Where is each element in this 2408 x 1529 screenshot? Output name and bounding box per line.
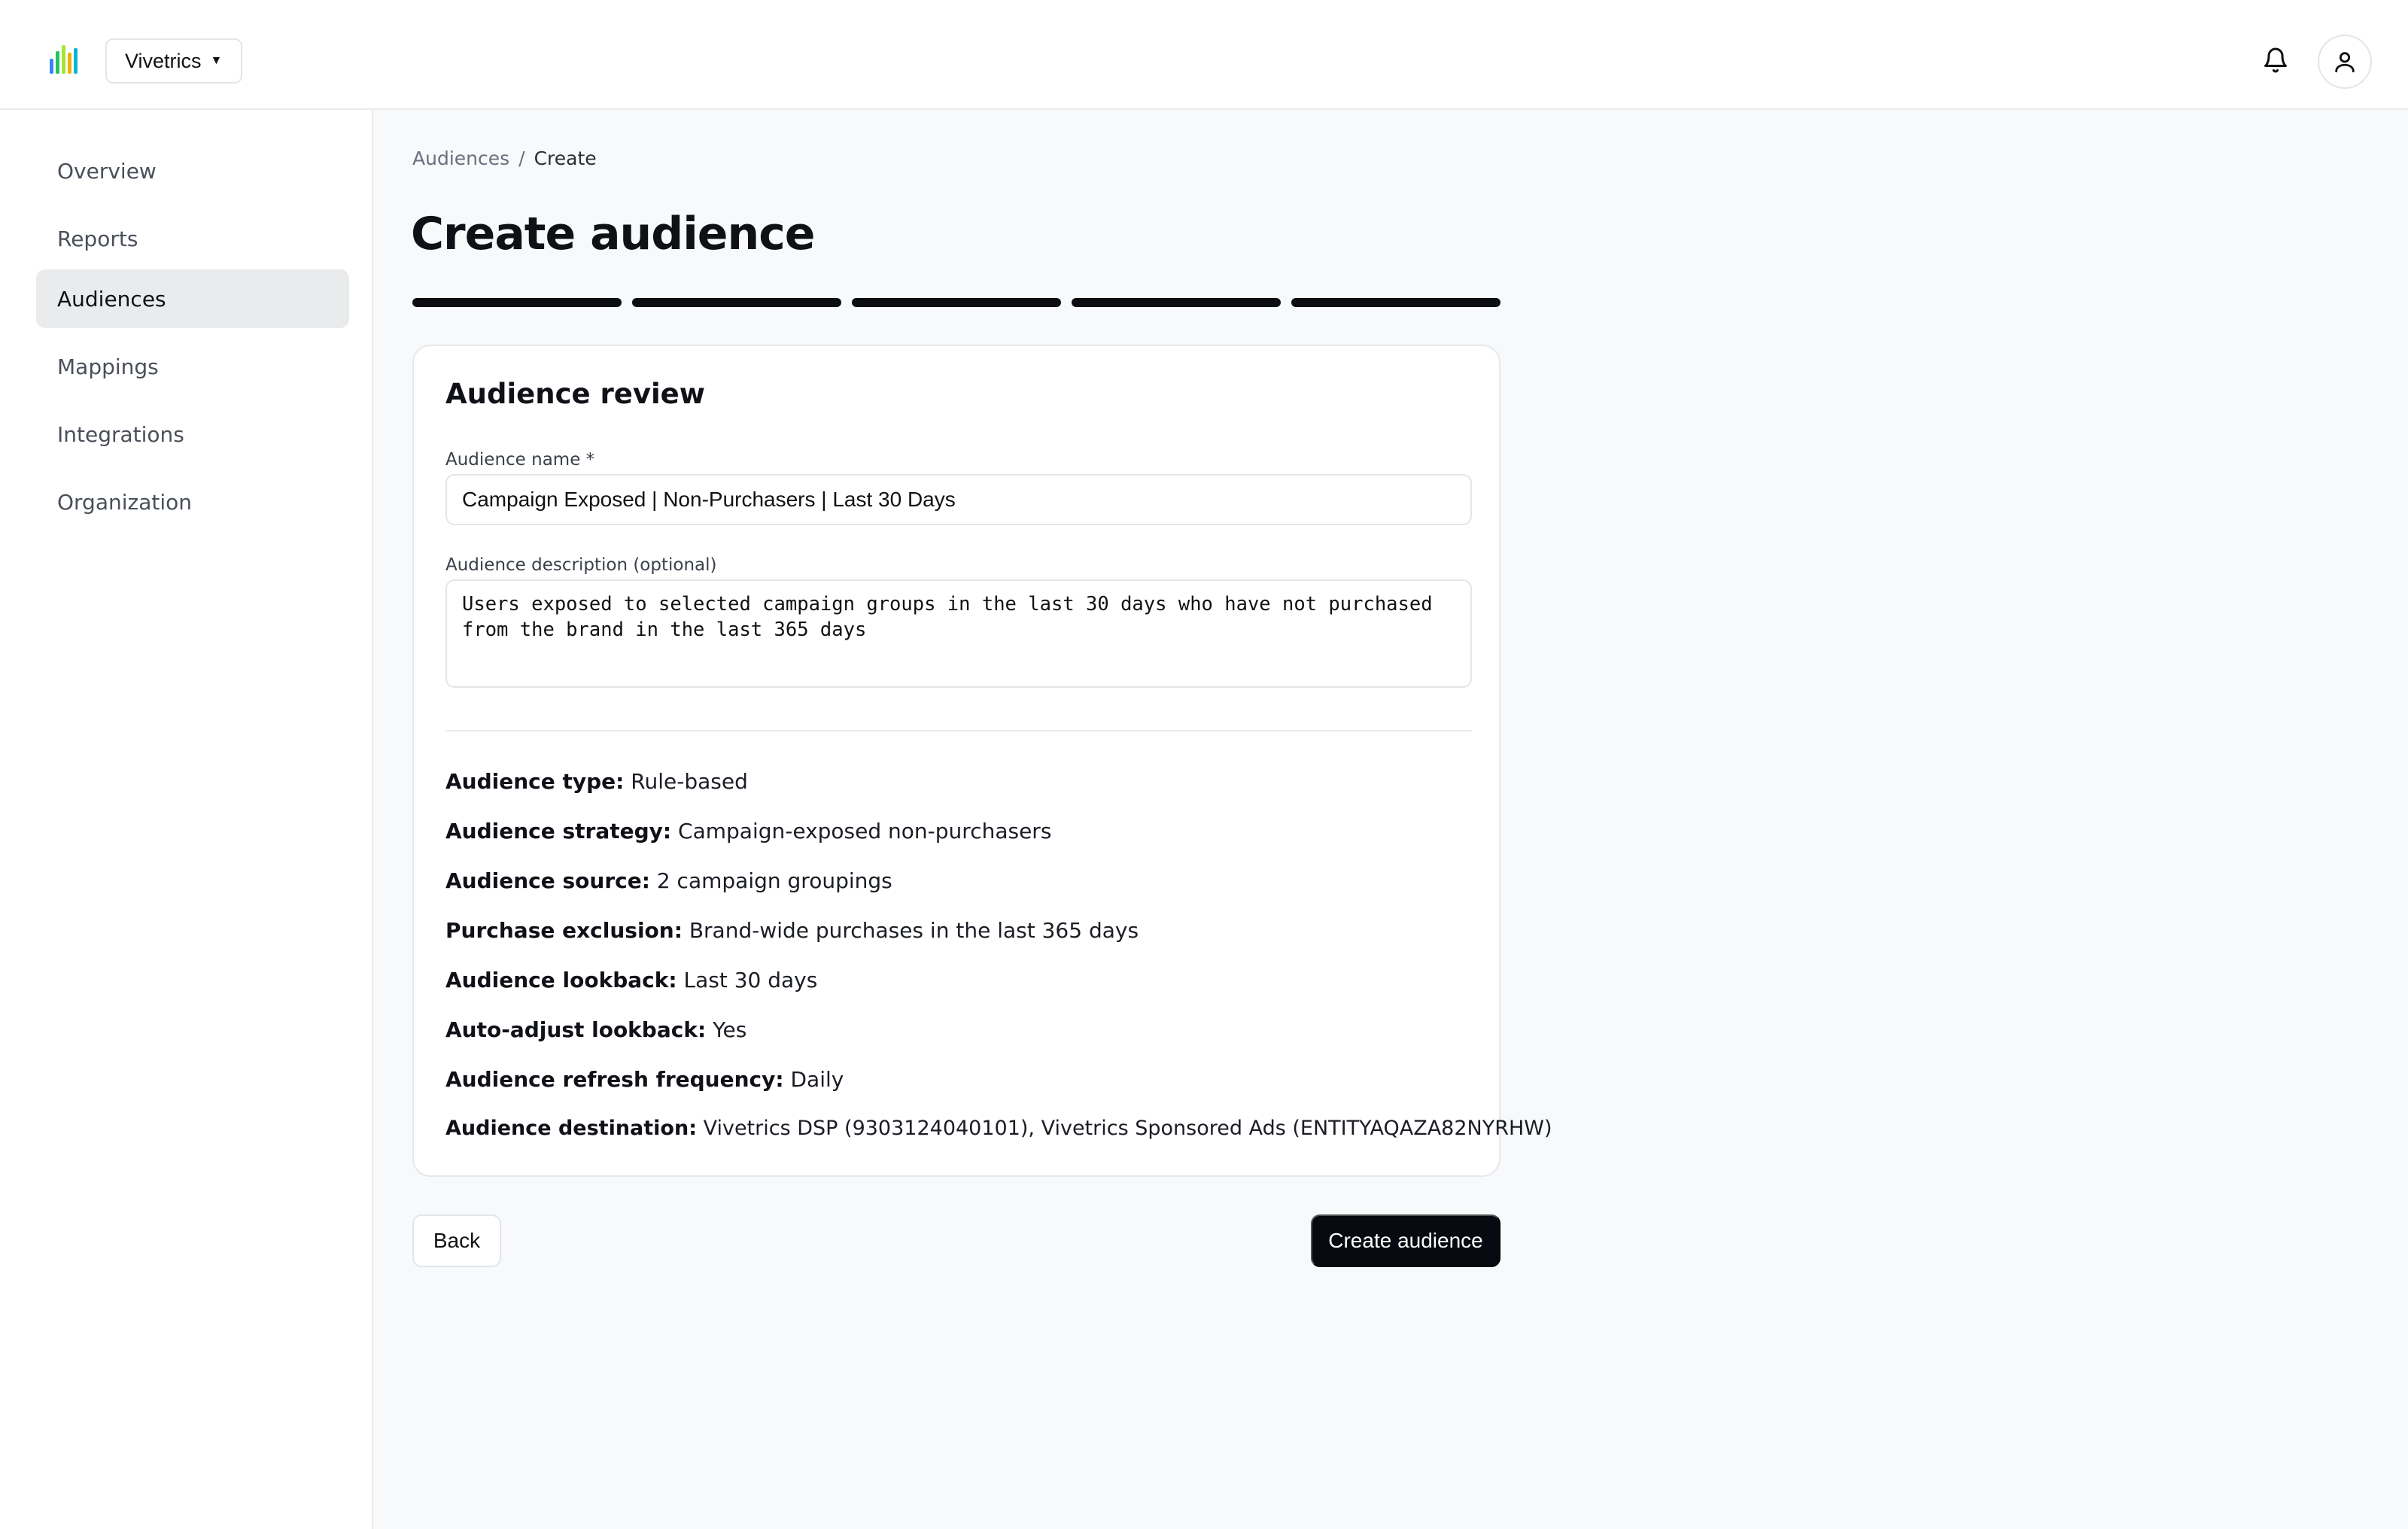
detail-audience-destination: Audience destination: Vivetrics DSP (930… <box>445 1117 1552 1140</box>
detail-audience-type: Audience type: Rule-based <box>445 769 748 794</box>
sidebar-item-reports[interactable]: Reports <box>36 209 349 268</box>
step-indicator-3 <box>852 298 1061 307</box>
sidebar-item-organization[interactable]: Organization <box>36 473 349 531</box>
breadcrumb-current: Create <box>534 147 597 169</box>
audience-description-label: Audience description (optional) <box>445 555 717 575</box>
back-button[interactable]: Back <box>412 1214 501 1267</box>
step-indicator-2 <box>632 298 841 307</box>
detail-purchase-exclusion: Purchase exclusion: Brand-wide purchases… <box>445 918 1139 943</box>
detail-audience-lookback: Audience lookback: Last 30 days <box>445 968 818 992</box>
detail-audience-strategy: Audience strategy: Campaign-exposed non-… <box>445 819 1052 844</box>
detail-refresh-frequency: Audience refresh frequency: Daily <box>445 1067 844 1092</box>
user-avatar-button[interactable] <box>2318 35 2372 89</box>
audience-description-textarea[interactable]: Users exposed to selected campaign group… <box>445 579 1472 688</box>
breadcrumb: Audiences / Create <box>412 147 597 169</box>
org-switcher-dropdown[interactable]: Vivetrics ▼ <box>105 38 242 84</box>
sidebar: Overview Reports Audiences Mappings Inte… <box>0 110 373 1529</box>
audience-name-input[interactable]: Campaign Exposed | Non-Purchasers | Last… <box>445 474 1472 525</box>
step-indicator-5 <box>1291 298 1500 307</box>
bell-icon[interactable] <box>2262 47 2289 74</box>
top-bar: Vivetrics ▼ <box>0 0 2408 110</box>
progress-stepper <box>412 298 1500 307</box>
page-title: Create audience <box>411 208 815 260</box>
user-icon <box>2335 52 2355 73</box>
caret-down-icon: ▼ <box>210 54 223 67</box>
card-title: Audience review <box>445 378 705 410</box>
step-indicator-4 <box>1072 298 1281 307</box>
step-indicator-1 <box>412 298 622 307</box>
create-audience-button[interactable]: Create audience <box>1311 1214 1500 1267</box>
sidebar-item-mappings[interactable]: Mappings <box>36 337 349 396</box>
sidebar-item-overview[interactable]: Overview <box>36 141 349 200</box>
org-switcher-label: Vivetrics <box>125 49 202 72</box>
card-divider <box>445 730 1472 731</box>
breadcrumb-separator: / <box>518 147 525 169</box>
vivetrics-logo-icon[interactable] <box>50 44 80 74</box>
audience-review-card: Audience review Audience name * Campaign… <box>412 345 1552 1177</box>
sidebar-item-integrations[interactable]: Integrations <box>36 405 349 464</box>
detail-audience-source: Audience source: 2 campaign groupings <box>445 868 892 893</box>
audience-name-label: Audience name * <box>445 450 595 470</box>
breadcrumb-audiences-link[interactable]: Audiences <box>412 147 509 169</box>
sidebar-item-audiences[interactable]: Audiences <box>36 269 349 328</box>
detail-auto-adjust-lookback: Auto-adjust lookback: Yes <box>445 1017 747 1042</box>
